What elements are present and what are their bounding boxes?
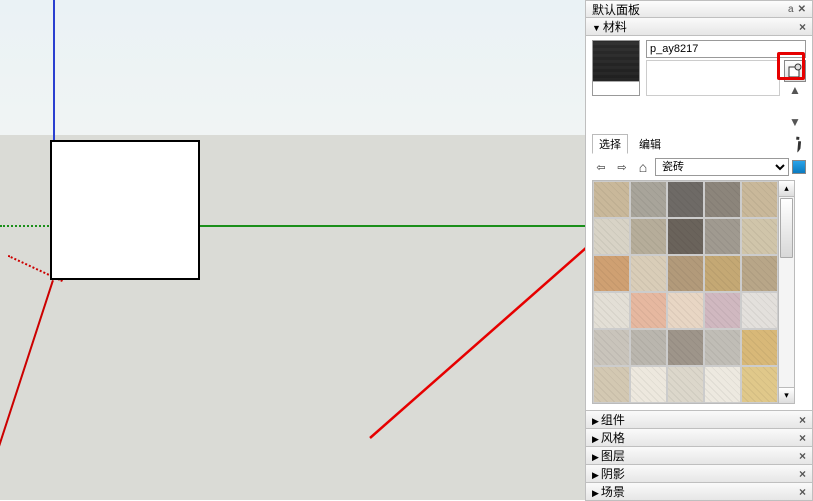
- material-thumb[interactable]: [704, 255, 741, 292]
- section-header-collapsed[interactable]: ▶阴影 ×: [585, 465, 813, 483]
- material-thumb[interactable]: [667, 181, 704, 218]
- material-thumb[interactable]: [630, 181, 667, 218]
- expand-icon: ▶: [592, 470, 599, 480]
- viewport-3d[interactable]: [0, 0, 585, 500]
- material-thumb[interactable]: [593, 329, 630, 366]
- section-header-collapsed[interactable]: ▶风格 ×: [585, 429, 813, 447]
- material-thumb[interactable]: [704, 329, 741, 366]
- material-thumb[interactable]: [593, 292, 630, 329]
- axis-z: [53, 0, 55, 140]
- materials-body: ▲ ▼ 选择 编辑 ⇦ ⇨ ⌂ 瓷砖 ▴: [585, 36, 813, 411]
- material-thumb[interactable]: [630, 218, 667, 255]
- expand-icon: ▶: [592, 452, 599, 462]
- tray-title-bar[interactable]: 默认面板 a ✕: [585, 0, 813, 18]
- material-thumb[interactable]: [667, 218, 704, 255]
- material-thumb[interactable]: [593, 181, 630, 218]
- pin-icon[interactable]: a: [788, 4, 794, 15]
- section-header-collapsed[interactable]: ▶场景 ×: [585, 483, 813, 501]
- annotation-highlight: [777, 52, 805, 80]
- material-thumb[interactable]: [630, 366, 667, 403]
- scroll-thumb[interactable]: [780, 198, 793, 258]
- grid-scrollbar[interactable]: ▴ ▾: [779, 180, 795, 404]
- section-close-icon[interactable]: ×: [799, 449, 806, 463]
- tab-edit[interactable]: 编辑: [632, 134, 668, 154]
- section-close-icon[interactable]: ×: [799, 20, 806, 34]
- material-thumb[interactable]: [593, 218, 630, 255]
- material-thumb[interactable]: [741, 366, 778, 403]
- section-title: 图层: [601, 449, 625, 463]
- material-category-select[interactable]: 瓷砖: [655, 158, 789, 176]
- section-header-collapsed[interactable]: ▶图层 ×: [585, 447, 813, 465]
- axis-x: [0, 280, 60, 500]
- section-close-icon[interactable]: ×: [799, 485, 806, 499]
- model-face[interactable]: [50, 140, 200, 280]
- material-thumb[interactable]: [593, 366, 630, 403]
- material-thumb[interactable]: [704, 366, 741, 403]
- section-title: 组件: [601, 413, 625, 427]
- material-thumb[interactable]: [741, 218, 778, 255]
- material-grid: [592, 180, 779, 404]
- material-thumb[interactable]: [704, 292, 741, 329]
- material-thumb[interactable]: [593, 255, 630, 292]
- expand-icon: ▶: [592, 434, 599, 444]
- material-thumb[interactable]: [630, 255, 667, 292]
- step-up-icon[interactable]: ▲: [789, 84, 801, 96]
- material-thumb[interactable]: [630, 329, 667, 366]
- nav-back-button[interactable]: ⇦: [592, 158, 610, 176]
- tab-select[interactable]: 选择: [592, 134, 628, 154]
- current-material-swatch[interactable]: [592, 40, 640, 96]
- expand-icon: ▶: [592, 416, 599, 426]
- section-title: 风格: [601, 431, 625, 445]
- section-close-icon[interactable]: ×: [799, 431, 806, 445]
- scroll-down-icon[interactable]: ▾: [779, 387, 794, 403]
- section-close-icon[interactable]: ×: [799, 467, 806, 481]
- section-title: 阴影: [601, 467, 625, 481]
- material-thumb[interactable]: [741, 329, 778, 366]
- nav-forward-button[interactable]: ⇨: [613, 158, 631, 176]
- close-icon[interactable]: ✕: [798, 4, 806, 15]
- material-thumb[interactable]: [667, 292, 704, 329]
- material-thumb[interactable]: [704, 181, 741, 218]
- material-thumb[interactable]: [667, 329, 704, 366]
- material-thumb[interactable]: [704, 218, 741, 255]
- section-header-materials[interactable]: ▼材料 ×: [585, 18, 813, 36]
- color-preview[interactable]: [646, 60, 780, 96]
- nav-home-button[interactable]: ⌂: [634, 158, 652, 176]
- scroll-up-icon[interactable]: ▴: [779, 181, 794, 197]
- section-header-collapsed[interactable]: ▶组件 ×: [585, 411, 813, 429]
- section-title: 场景: [601, 485, 625, 499]
- material-thumb[interactable]: [667, 255, 704, 292]
- section-close-icon[interactable]: ×: [799, 413, 806, 427]
- material-thumb[interactable]: [667, 366, 704, 403]
- material-stepper: ▲ ▼: [788, 84, 802, 128]
- step-down-icon[interactable]: ▼: [789, 116, 801, 128]
- tray-title: 默认面板: [592, 1, 640, 18]
- collapse-icon: ▼: [592, 23, 601, 33]
- library-detail-icon[interactable]: [792, 160, 806, 174]
- eyedropper-icon[interactable]: [787, 133, 810, 156]
- material-thumb[interactable]: [741, 255, 778, 292]
- material-thumb[interactable]: [741, 292, 778, 329]
- material-thumb[interactable]: [630, 292, 667, 329]
- expand-icon: ▶: [592, 488, 599, 498]
- section-title-materials: 材料: [603, 20, 627, 34]
- material-thumb[interactable]: [741, 181, 778, 218]
